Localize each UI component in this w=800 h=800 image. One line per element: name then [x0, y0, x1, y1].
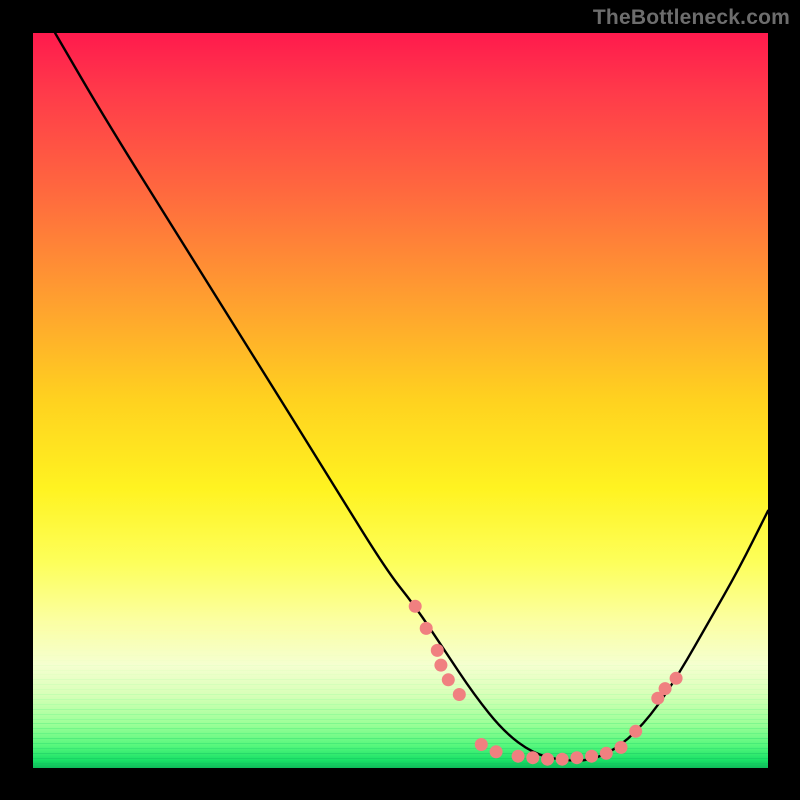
curve-marker	[670, 672, 683, 685]
bottleneck-curve-path	[55, 33, 768, 761]
curve-marker	[475, 738, 488, 751]
curve-marker	[490, 745, 503, 758]
curve-marker	[434, 659, 447, 672]
curve-marker	[541, 753, 554, 766]
curve-marker	[659, 682, 672, 695]
curve-marker	[442, 673, 455, 686]
curve-marker	[512, 750, 525, 763]
curve-marker	[570, 751, 583, 764]
curve-marker	[453, 688, 466, 701]
curve-marker	[556, 753, 569, 766]
chart-stage: TheBottleneck.com	[0, 0, 800, 800]
plot-area	[33, 33, 768, 768]
curve-marker	[431, 644, 444, 657]
curve-marker	[615, 741, 628, 754]
curve-marker	[629, 725, 642, 738]
curve-marker	[526, 751, 539, 764]
watermark-text: TheBottleneck.com	[593, 6, 790, 30]
curve-marker	[409, 600, 422, 613]
curve-marker	[420, 622, 433, 635]
curve-markers	[409, 600, 683, 766]
curve-marker	[585, 750, 598, 763]
curve-marker	[600, 747, 613, 760]
bottleneck-curve-svg	[33, 33, 768, 768]
